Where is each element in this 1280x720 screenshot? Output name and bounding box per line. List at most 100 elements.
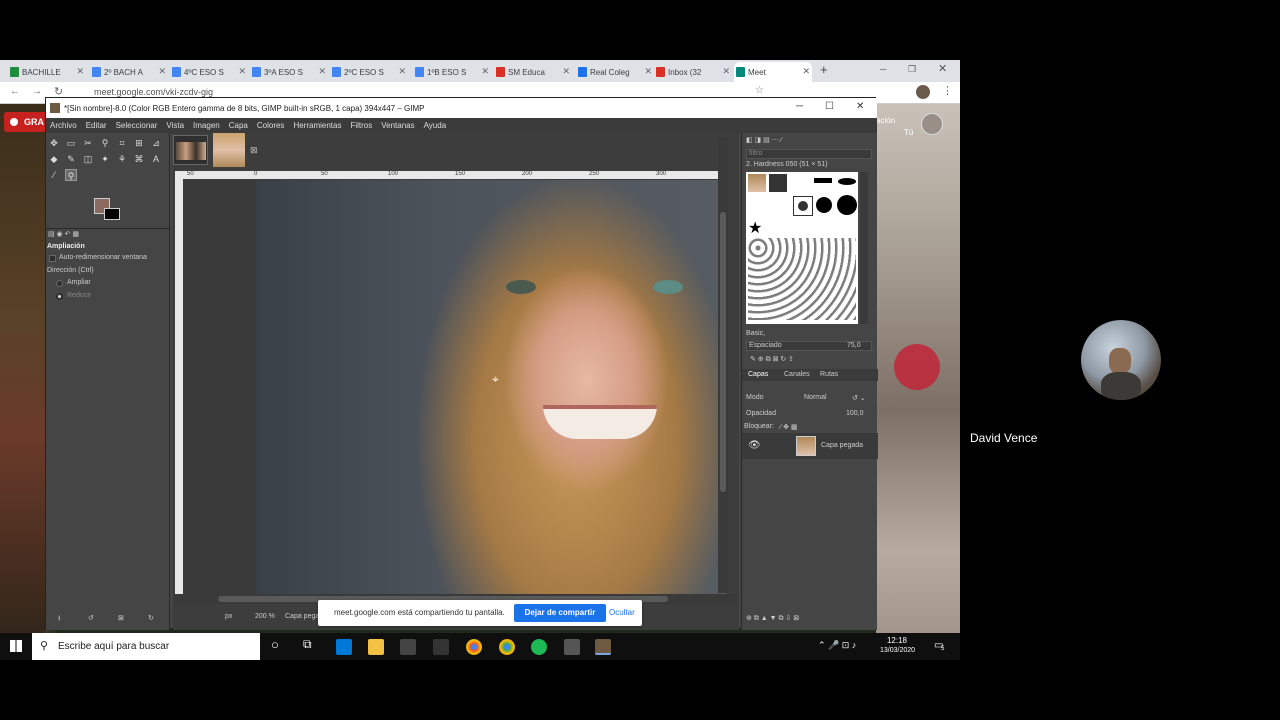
free-select-icon[interactable]: ✂ <box>82 137 94 149</box>
profile-avatar[interactable] <box>916 85 930 99</box>
menu-item[interactable]: Capa <box>229 121 248 130</box>
vertical-scrollbar[interactable] <box>718 137 728 593</box>
dock-tabs[interactable]: ◧ ◨ ▤ ⋯ ⁄ <box>746 136 782 144</box>
tab-close-icon[interactable]: ✕ <box>562 66 570 77</box>
file-explorer-icon[interactable] <box>368 639 384 655</box>
browser-tab[interactable]: 2º BACH A ✕ <box>90 62 168 82</box>
zoom-in-radio[interactable] <box>56 280 63 287</box>
forward-icon[interactable]: → <box>32 86 42 97</box>
layers-tab[interactable]: Capas <box>748 371 768 378</box>
tab-close-icon[interactable]: ✕ <box>158 66 166 77</box>
brush-ellipse[interactable] <box>838 178 856 185</box>
auto-resize-checkbox[interactable] <box>49 255 56 262</box>
menu-icon[interactable]: ⋮ <box>942 84 953 97</box>
move-tool-icon[interactable]: ✥ <box>48 137 60 149</box>
clock-date[interactable]: 13/03/2020 <box>880 647 915 654</box>
tab-close-icon[interactable]: ✕ <box>802 66 810 77</box>
path-icon[interactable]: ⌘ <box>133 153 145 165</box>
browser-tab[interactable]: Inbox (32 ✕ <box>654 62 732 82</box>
tab-close-icon[interactable]: ✕ <box>238 66 246 77</box>
self-view-avatar[interactable] <box>921 113 943 135</box>
windows-start-icon[interactable] <box>10 640 22 652</box>
mail-icon[interactable] <box>433 639 449 655</box>
menu-item[interactable]: Vista <box>166 121 184 130</box>
tab-close-icon[interactable]: ✕ <box>481 66 489 77</box>
tab-close-icon[interactable]: ✕ <box>644 66 652 77</box>
lock-icons[interactable]: ⁄ ✥ ▦ <box>780 423 798 431</box>
task-view-icon[interactable]: ⧉ <box>303 637 312 652</box>
minimize-icon[interactable]: ─ <box>880 64 886 74</box>
spacing-slider[interactable]: Espaciado 75,0 <box>746 341 872 351</box>
brush-hardness-075[interactable] <box>816 197 832 213</box>
cortana-icon[interactable]: ○ <box>271 637 279 652</box>
layer-row[interactable]: 👁 Capa pegada <box>742 433 878 459</box>
clock-time[interactable]: 12:18 <box>882 636 912 645</box>
pencil-icon[interactable]: ✎ <box>65 153 77 165</box>
hide-banner-button[interactable]: Ocultar <box>609 608 635 617</box>
browser-tab[interactable]: 4ºC ESO S ✕ <box>170 62 248 82</box>
tab-close-icon[interactable]: ✕ <box>318 66 326 77</box>
brush-selected[interactable] <box>793 196 813 216</box>
browser-tab[interactable]: 3ºA ESO S ✕ <box>250 62 328 82</box>
text-tool-icon[interactable]: A <box>150 153 162 165</box>
tray-icons[interactable]: ⌃ 🎤 ⊡ ♪ <box>818 640 856 651</box>
warp-icon[interactable]: ⊿ <box>150 137 162 149</box>
browser-tab[interactable]: Meet ✕ <box>734 62 812 82</box>
gimp-close-icon[interactable]: ✕ <box>856 101 864 112</box>
delete-options-icon[interactable]: ⊠ <box>118 614 124 622</box>
gimp-maximize-icon[interactable]: ☐ <box>825 101 834 112</box>
crop-icon[interactable]: ⌗ <box>116 137 128 149</box>
menu-item[interactable]: Herramientas <box>293 121 341 130</box>
zoom-select[interactable]: 200 % <box>255 613 275 620</box>
brush-clipboard-mask[interactable] <box>769 174 787 192</box>
stop-sharing-button[interactable]: Dejar de compartir <box>514 604 606 622</box>
browser-tab[interactable]: BACHILLE ✕ <box>8 62 86 82</box>
menu-item[interactable]: Colores <box>257 121 285 130</box>
clone-icon[interactable]: ⚘ <box>116 153 128 165</box>
background-color-swatch[interactable] <box>104 208 120 220</box>
airbrush-icon[interactable]: ✦ <box>99 153 111 165</box>
transform-icon[interactable]: ⊞ <box>133 137 145 149</box>
tool-options-tabs[interactable]: ▤ ◉ ↶ ▦ <box>48 230 79 238</box>
browser-tab[interactable]: SM Educa ✕ <box>494 62 572 82</box>
spotify-icon[interactable] <box>531 639 547 655</box>
menu-item[interactable]: Filtros <box>350 121 372 130</box>
url-text[interactable]: meet.google.com/vki-zcdv-gig <box>94 87 213 97</box>
browser-tab[interactable]: 1ºB ESO S ✕ <box>413 62 491 82</box>
taskbar-search[interactable]: ⚲ Escribe aquí para buscar <box>32 633 260 660</box>
brush-actions-icons[interactable]: ✎ ⊕ ⧉ ⊠ ↻ ⇪ <box>750 355 794 364</box>
menu-item[interactable]: Ventanas <box>381 121 414 130</box>
mode-select[interactable]: Normal <box>804 394 827 401</box>
layer-name[interactable]: Capa pegada <box>821 442 863 449</box>
zoom-tool-icon[interactable]: ⚲ <box>65 169 77 181</box>
rect-select-icon[interactable]: ▭ <box>65 137 77 149</box>
back-icon[interactable]: ← <box>10 86 20 97</box>
participant-avatar[interactable] <box>1081 320 1161 400</box>
image-tab-1[interactable] <box>173 135 208 165</box>
fuzzy-select-icon[interactable]: ⚲ <box>99 137 111 149</box>
tab-close-icon[interactable]: ✕ <box>398 66 406 77</box>
brush-block[interactable] <box>814 178 832 183</box>
color-picker-icon[interactable]: ⁄ <box>48 169 60 181</box>
restore-options-icon[interactable]: ↺ <box>88 614 94 622</box>
close-image-tab-icon[interactable]: ⊠ <box>250 145 258 156</box>
vscroll-thumb[interactable] <box>720 212 726 492</box>
unit-select[interactable]: px <box>225 613 232 620</box>
brush-textures[interactable] <box>748 238 856 320</box>
tab-close-icon[interactable]: ✕ <box>722 66 730 77</box>
menu-item[interactable]: Archivo <box>50 121 77 130</box>
eraser-icon[interactable]: ◫ <box>82 153 94 165</box>
menu-item[interactable]: Imagen <box>193 121 220 130</box>
star-icon[interactable]: ☆ <box>755 85 764 96</box>
mode-reset-icon[interactable]: ↺ ⌄ <box>852 394 866 402</box>
chrome-icon[interactable] <box>466 639 482 655</box>
layers-tab[interactable]: Rutas <box>820 371 838 378</box>
gimp-window-icon[interactable] <box>595 639 611 655</box>
layers-tab[interactable]: Canales <box>784 371 810 378</box>
gimp-minimize-icon[interactable]: ─ <box>796 101 803 112</box>
menu-item[interactable]: Ayuda <box>424 121 447 130</box>
edge-icon[interactable] <box>336 639 352 655</box>
opacity-value[interactable]: 100,0 <box>846 410 864 417</box>
brush-star[interactable]: ★ <box>748 218 762 238</box>
layer-actions-icons[interactable]: ⊕ ⧉ ▲ ▼ ⧉ ⇩ ⊠ <box>746 614 799 623</box>
